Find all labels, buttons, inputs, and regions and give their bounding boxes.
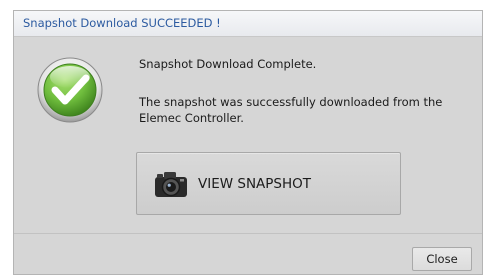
- close-button[interactable]: Close: [412, 247, 472, 271]
- message-heading: Snapshot Download Complete.: [139, 57, 317, 71]
- success-checkmark-icon: [37, 57, 103, 123]
- footer-divider: [14, 233, 482, 234]
- dialog-title-bar: Snapshot Download SUCCEEDED !: [14, 11, 482, 37]
- snapshot-download-dialog: Snapshot Download SUCCEEDED ! Snapshot D…: [13, 10, 483, 275]
- message-body: The snapshot was successfully downloaded…: [139, 95, 443, 125]
- view-snapshot-label: VIEW SNAPSHOT: [198, 176, 312, 192]
- camera-icon: [155, 172, 187, 197]
- view-snapshot-button[interactable]: VIEW SNAPSHOT: [136, 152, 401, 215]
- dialog-title: Snapshot Download SUCCEEDED !: [23, 16, 221, 30]
